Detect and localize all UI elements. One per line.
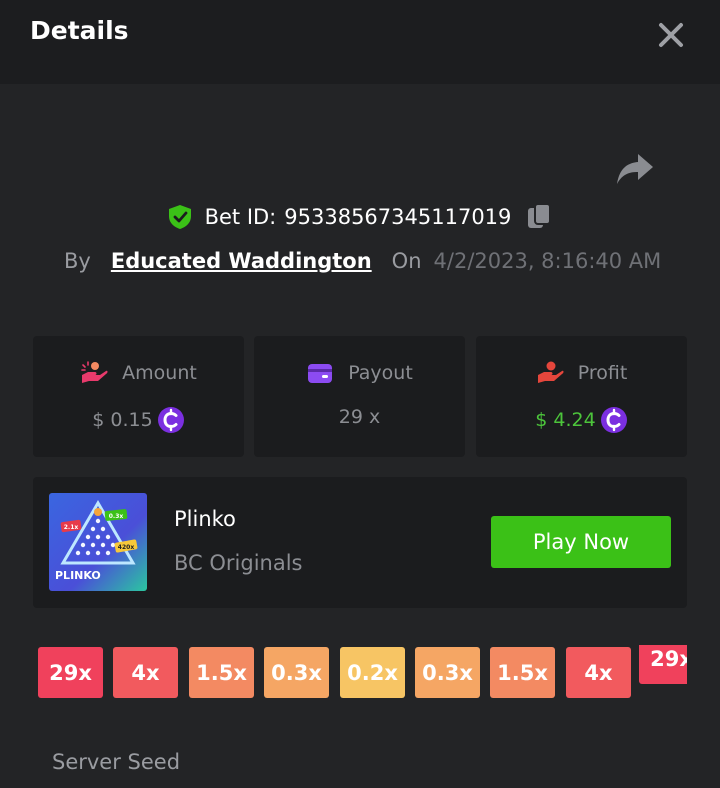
currency-coin-icon: [600, 407, 627, 433]
bet-id-value: 95338567345117019: [284, 205, 512, 229]
multiplier-bucket: 0.2x: [340, 647, 405, 698]
multiplier-bucket: 29x: [38, 647, 103, 698]
bet-date: 4/2/2023, 8:16:40 AM: [433, 249, 662, 273]
close-icon[interactable]: [656, 20, 686, 50]
money-hand-icon: [81, 361, 108, 383]
bet-id-label: Bet ID:: [204, 205, 277, 229]
dialog-header: Details: [0, 0, 720, 84]
game-card: 2.1x 0.3x 420x PLINKO Plinko BC Original…: [33, 477, 687, 608]
thumbnail-tag-1: 2.1x: [64, 524, 79, 531]
profit-card: Profit $ 4.24: [476, 336, 687, 457]
payout-card: Payout 29 x: [254, 336, 465, 457]
amount-value-row: $ 0.15: [33, 406, 244, 434]
dialog-title: Details: [30, 16, 129, 45]
profit-value: $ 4.24: [535, 409, 596, 431]
thumbnail-tag-2: 0.3x: [109, 513, 124, 520]
payout-label: Payout: [348, 362, 413, 384]
amount-value: $ 0.15: [92, 409, 153, 431]
by-label: By: [64, 249, 91, 273]
bet-id-row: Bet ID: 95338567345117019: [0, 200, 720, 234]
profit-value-row: $ 4.24: [476, 406, 687, 434]
play-now-button[interactable]: Play Now: [491, 516, 671, 568]
copy-icon[interactable]: [527, 203, 553, 231]
amount-label: Amount: [122, 362, 197, 384]
bet-meta-row: By Educated Waddington On 4/2/2023, 8:16…: [64, 244, 661, 278]
payout-value: 29 x: [338, 406, 381, 428]
share-icon[interactable]: [616, 152, 654, 186]
plinko-thumbnail[interactable]: 2.1x 0.3x 420x PLINKO: [49, 493, 147, 591]
game-name: Plinko: [174, 507, 236, 531]
thumbnail-tag-3: 420x: [118, 544, 135, 551]
multiplier-bucket: 0.3x: [415, 647, 480, 698]
multiplier-row: 29x 4x 1.5x 0.3x 0.2x 0.3x 1.5x 4x 29x: [38, 645, 687, 705]
profit-label: Profit: [577, 362, 628, 384]
username-link[interactable]: Educated Waddington: [111, 249, 372, 273]
currency-coin-icon: [157, 407, 184, 433]
multiplier-bucket: 1.5x: [490, 647, 555, 698]
payout-value-row: 29 x: [254, 406, 465, 428]
game-provider: BC Originals: [174, 551, 303, 575]
multiplier-bucket: 0.3x: [264, 647, 329, 698]
amount-card: Amount $ 0.15: [33, 336, 244, 457]
on-label: On: [391, 249, 422, 273]
multiplier-bucket: 1.5x: [189, 647, 254, 698]
multiplier-bucket: 29x: [639, 645, 687, 684]
wallet-icon: [308, 364, 333, 383]
thumbnail-logo: PLINKO: [55, 569, 101, 582]
multiplier-bucket: 4x: [113, 647, 178, 698]
shield-check-icon: [168, 205, 191, 229]
multiplier-bucket: 4x: [566, 647, 631, 698]
server-seed-label: Server Seed: [52, 750, 181, 774]
profit-hand-icon: [537, 361, 564, 383]
